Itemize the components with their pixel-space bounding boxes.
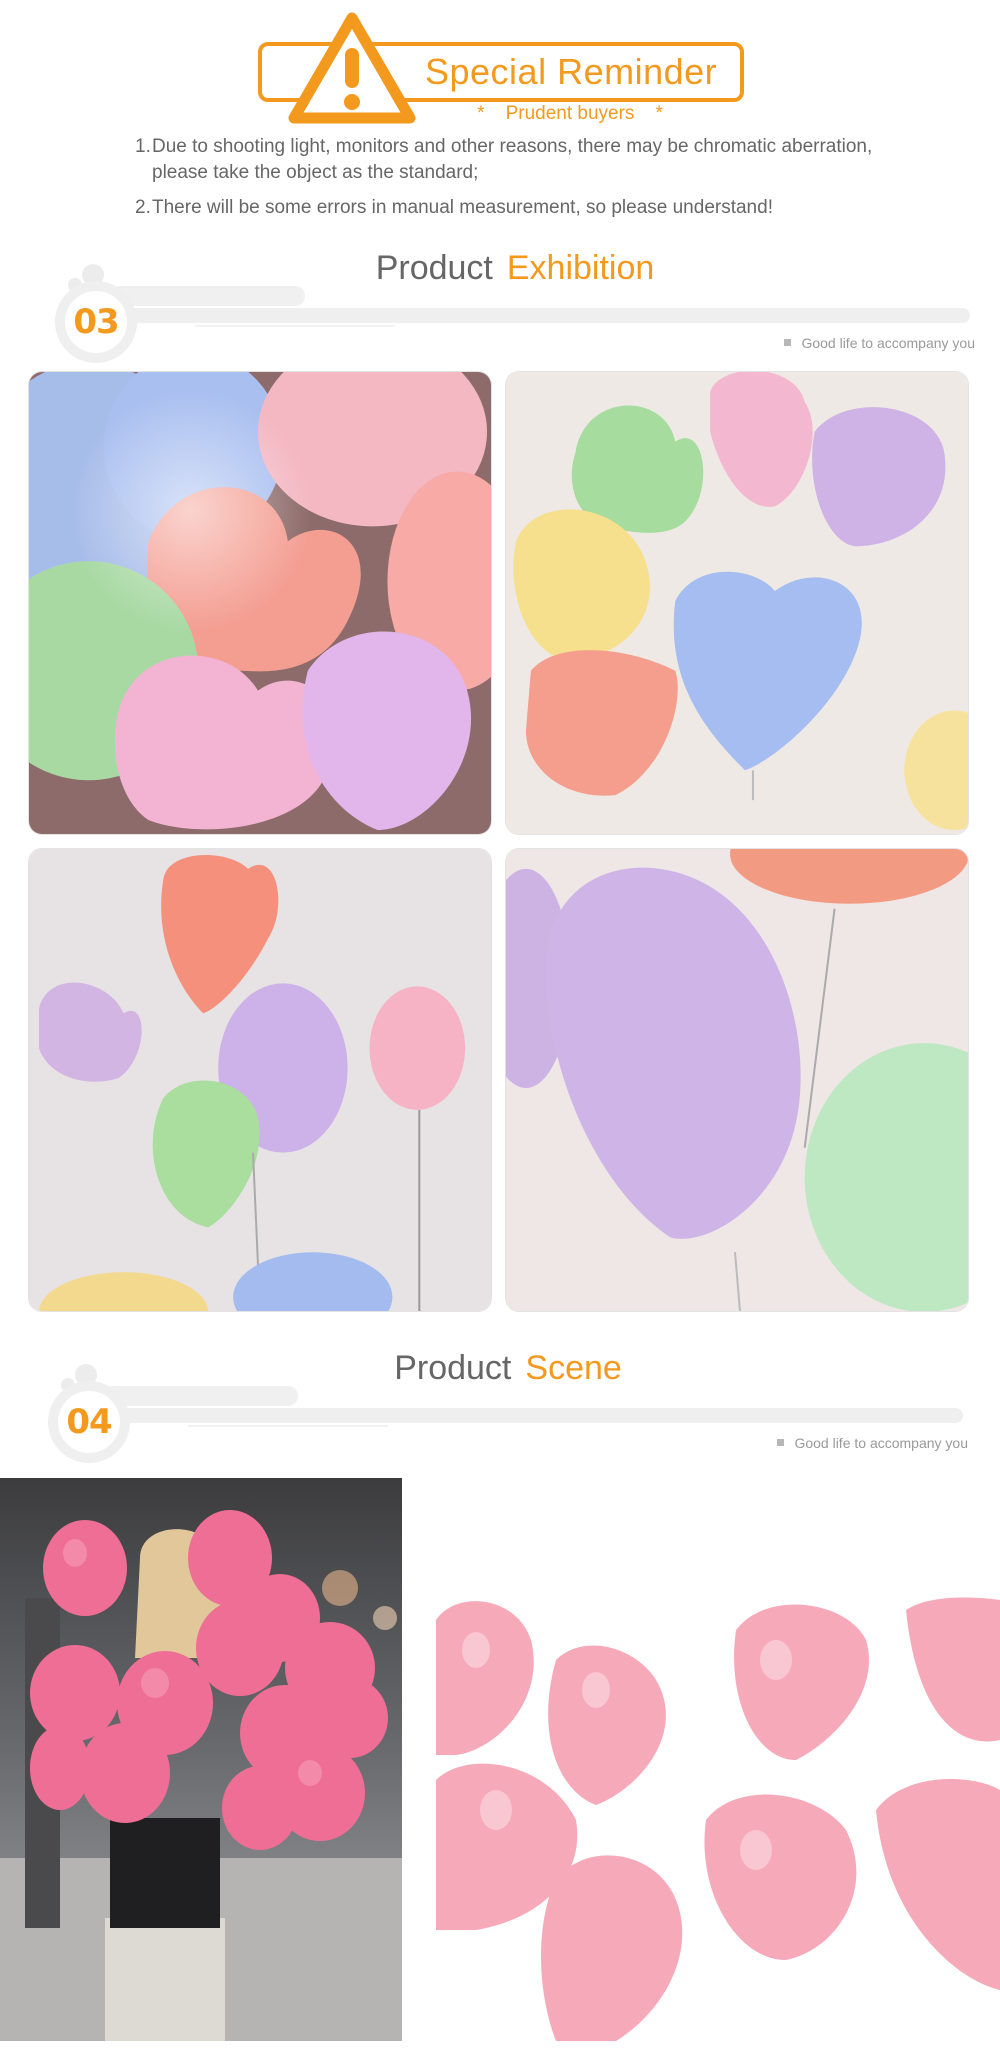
exhibition-photo-2: [505, 371, 969, 835]
decor-track: [125, 308, 970, 323]
scene-photo-pink-balloons: [436, 1590, 1000, 2041]
section-number: 03: [73, 302, 119, 342]
section-title-accent: Exhibition: [506, 249, 655, 287]
note-item: 1. Due to shooting light, monitors and o…: [135, 134, 895, 186]
section-title: Product Scene: [48, 1346, 968, 1390]
decor-line: [195, 325, 395, 327]
square-bullet-icon: [784, 339, 792, 346]
note-number: 2.: [135, 197, 151, 218]
exhibition-photo-1: [28, 371, 492, 835]
decor-track: [118, 1408, 963, 1423]
section-header-exhibition: 03 Product Exhibition Good life to accomp…: [55, 246, 975, 363]
note-item: 2. There will be some errors in manual m…: [135, 195, 895, 221]
section-number: 04: [66, 1402, 112, 1442]
warning-icon: [288, 12, 416, 124]
section-tagline: Good life to accompany you: [784, 334, 975, 352]
reminder-subtitle: * Prudent buyers *: [477, 103, 663, 124]
note-text: There will be some errors in manual meas…: [152, 197, 773, 218]
scene-photo-woman-balloons: [0, 1478, 402, 2041]
section-title: Product Exhibition: [55, 246, 975, 290]
section-tagline: Good life to accompany you: [777, 1434, 968, 1452]
exhibition-photo-3: [28, 848, 492, 1312]
note-text: Due to shooting light, monitors and othe…: [152, 136, 873, 183]
section-header-scene: 04 Product Scene Good life to accompany y…: [48, 1346, 968, 1463]
decor-line: [188, 1425, 388, 1427]
reminder-notes: 1. Due to shooting light, monitors and o…: [135, 134, 895, 221]
reminder-title: Special Reminder: [425, 51, 718, 92]
section-title-accent: Scene: [525, 1349, 622, 1387]
section-tagline-text: Good life to accompany you: [794, 1435, 968, 1451]
section-title-plain: Product: [375, 249, 493, 287]
section-tagline-text: Good life to accompany you: [801, 335, 975, 351]
section-title-plain: Product: [394, 1349, 512, 1387]
note-number: 1.: [135, 136, 151, 157]
square-bullet-icon: [777, 1439, 785, 1446]
exhibition-photo-4: [505, 848, 969, 1312]
